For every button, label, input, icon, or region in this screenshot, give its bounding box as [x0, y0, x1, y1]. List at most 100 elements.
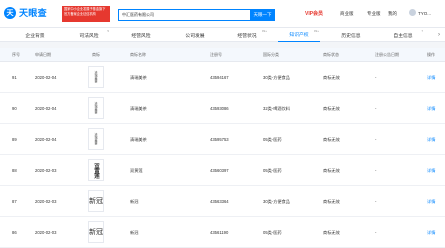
row-name: 清瑞美茶 — [130, 74, 147, 80]
row-reg: 43594167 — [210, 75, 229, 80]
row-date: 2020-02-03 — [35, 199, 57, 204]
row-class: 05类-医药 — [263, 229, 282, 235]
logo-text: 天眼查 — [19, 8, 47, 18]
detail-link[interactable]: 详情 — [427, 186, 435, 217]
row-name: 新冠 — [130, 229, 139, 235]
tab-label: 历史信息 — [341, 33, 361, 39]
col-header: 注册号 — [210, 52, 222, 57]
tab-label: 公司发展 — [185, 33, 205, 39]
row-reg: 43593086 — [210, 106, 229, 111]
row-class: 05类-医药 — [263, 136, 282, 142]
tab-self-info[interactable]: 自主信息 7 — [382, 28, 424, 42]
nav-user[interactable]: TYO... — [418, 11, 431, 16]
tab-count: 7 — [421, 29, 423, 33]
row-date: 2020-02-04 — [35, 106, 57, 111]
tab-business-risk[interactable]: 经营风险 — [120, 28, 162, 42]
col-header: 序号 — [12, 52, 20, 57]
trademark-image[interactable]: 清瑞美茶 — [88, 128, 104, 150]
tab-background[interactable]: 企业背景 — [14, 28, 56, 42]
avatar[interactable] — [409, 9, 416, 16]
row-class: 30类-方便食品 — [263, 74, 290, 80]
table-row: 90 2020-02-04 清瑞美茶 清瑞美茶 43593086 32类-啤酒饮… — [0, 93, 445, 124]
row-date: 2020-02-04 — [35, 137, 57, 142]
row-status: 商标无效 — [323, 229, 340, 235]
col-header[interactable]: 商标状态 — [323, 48, 339, 62]
logo[interactable]: 天 天眼查 — [4, 6, 47, 19]
trademark-image[interactable]: 清瑞美茶 — [88, 66, 104, 88]
trademark-image[interactable]: 双黄莲 — [88, 159, 104, 181]
vip-link[interactable]: VIP会员 — [305, 10, 323, 17]
search-button-label: 天眼一下 — [253, 12, 272, 17]
row-no: 88 — [12, 168, 17, 173]
row-no: 90 — [12, 106, 17, 111]
logo-icon: 天 — [4, 6, 16, 19]
trademark-image[interactable]: 清瑞美茶 — [88, 97, 104, 119]
chevron-right-icon[interactable]: › — [434, 30, 444, 40]
col-header: 商标 — [92, 52, 100, 57]
tab-legal-risk[interactable]: 司法风险 5 — [68, 28, 110, 42]
tab-operations[interactable]: 经营状况 99+ — [226, 28, 268, 42]
row-no: 86 — [12, 230, 17, 235]
row-pub-date: - — [375, 106, 377, 111]
trademark-image[interactable]: 新冠 — [88, 190, 104, 212]
col-header: 操作 — [427, 52, 435, 57]
row-no: 87 — [12, 199, 17, 204]
row-pub-date: - — [375, 230, 377, 235]
tab-history[interactable]: 历史信息 — [330, 28, 372, 42]
detail-link[interactable]: 详情 — [427, 93, 435, 124]
nav-brand[interactable]: 商业版 — [340, 11, 354, 17]
nav-pro[interactable]: 专业版 — [367, 11, 381, 17]
detail-link[interactable]: 详情 — [427, 124, 435, 155]
tab-development[interactable]: 公司发展 — [174, 28, 216, 42]
col-header: 商标名称 — [130, 52, 146, 57]
row-reg: 43595753 — [210, 137, 229, 142]
table-row: 89 2020-02-04 清瑞美茶 清瑞美茶 43595753 05类-医药 … — [0, 124, 445, 155]
row-status: 商标无效 — [323, 167, 340, 173]
tab-label: 企业背景 — [25, 33, 45, 39]
top-bar: 天 天眼查 国家中小企业发展子基金旗下 官方备案企业征信机构 中汇医药有限公司 … — [0, 0, 445, 28]
row-name: 清瑞美茶 — [130, 136, 147, 142]
row-reg: 43563364 — [210, 199, 229, 204]
tab-count: 5 — [107, 29, 109, 33]
row-name: 新冠 — [130, 198, 139, 204]
row-pub-date: - — [375, 75, 377, 80]
tab-label: 知识产权 — [289, 33, 309, 38]
search-input[interactable]: 中汇医药有限公司 — [118, 9, 255, 21]
col-header[interactable]: 申请日期 — [35, 48, 51, 62]
row-date: 2020-02-04 — [35, 75, 57, 80]
nav-mine[interactable]: 我的 — [388, 11, 397, 17]
row-class: 05类-医药 — [263, 167, 282, 173]
row-status: 商标无效 — [323, 198, 340, 204]
row-status: 商标无效 — [323, 105, 340, 111]
col-header: 注册公告日期 — [375, 52, 399, 57]
tab-label: 司法风险 — [79, 33, 99, 39]
row-reg: 43561190 — [210, 230, 229, 235]
detail-link[interactable]: 详情 — [427, 217, 435, 248]
detail-link[interactable]: 详情 — [427, 155, 435, 186]
row-date: 2020-02-03 — [35, 230, 57, 235]
section-tabs: 企业背景 司法风险 5 经营风险 公司发展 经营状况 99+ 知识产权 99+ … — [0, 28, 445, 42]
row-status: 商标无效 — [323, 74, 340, 80]
tab-label: 经营风险 — [131, 33, 151, 39]
promo-banner[interactable]: 国家中小企业发展子基金旗下 官方备案企业征信机构 — [62, 6, 110, 22]
table-row: 88 2020-02-03 双黄莲 双黄莲 43560397 05类-医药 商标… — [0, 155, 445, 186]
row-no: 89 — [12, 137, 17, 142]
tab-count: 99+ — [313, 29, 319, 33]
detail-link[interactable]: 详情 — [427, 62, 435, 93]
row-status: 商标无效 — [323, 136, 340, 142]
row-pub-date: - — [375, 168, 377, 173]
search-button[interactable]: 天眼一下 — [250, 9, 275, 21]
table-header: 序号 申请日期 商标 商标名称 注册号 国际分类 商标状态 注册公告日期 操作 — [0, 48, 445, 62]
row-date: 2020-02-03 — [35, 168, 57, 173]
col-header[interactable]: 国际分类 — [263, 48, 279, 62]
row-pub-date: - — [375, 137, 377, 142]
tab-ip[interactable]: 知识产权 99+ — [278, 28, 320, 42]
row-reg: 43560397 — [210, 168, 229, 173]
row-no: 91 — [12, 75, 17, 80]
row-name: 双黄莲 — [130, 167, 143, 173]
row-pub-date: - — [375, 199, 377, 204]
row-class: 30类-方便食品 — [263, 198, 290, 204]
tab-label: 经营状况 — [237, 33, 257, 39]
table-row: 87 2020-02-03 新冠 新冠 43563364 30类-方便食品 商标… — [0, 186, 445, 217]
tab-label: 自主信息 — [393, 33, 413, 39]
